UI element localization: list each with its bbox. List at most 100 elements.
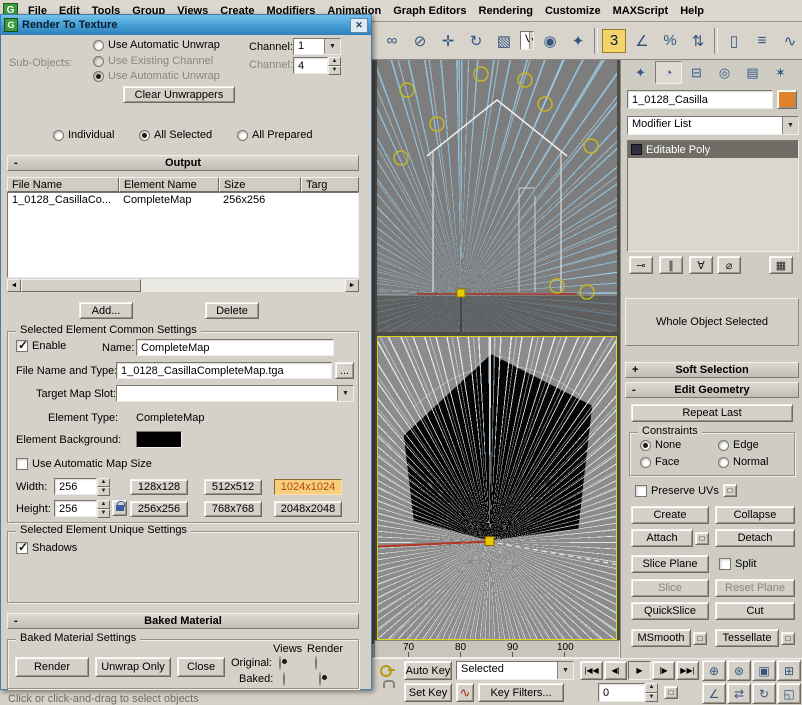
- output-horizontal-scrollbar[interactable]: ◄ ►: [7, 279, 359, 292]
- constraint-normal[interactable]: Normal: [718, 456, 768, 468]
- stack-item-editable-poly[interactable]: Editable Poly: [628, 141, 798, 158]
- element-background-swatch[interactable]: [136, 431, 182, 448]
- remove-modifier-icon[interactable]: ⌀: [717, 256, 741, 274]
- scroll-right-icon[interactable]: ►: [345, 279, 359, 292]
- target-map-slot-dropdown[interactable]: ▼: [116, 385, 354, 402]
- repeat-last-button[interactable]: Repeat Last: [631, 404, 793, 422]
- original-render-radio[interactable]: [315, 656, 317, 670]
- attach-list-icon[interactable]: □: [695, 532, 709, 545]
- select-and-move-icon[interactable]: ✛: [436, 29, 460, 53]
- current-frame-field[interactable]: 0 ▲ ▼: [598, 683, 658, 702]
- auto-unwrap-option[interactable]: Use Automatic Unwrap: [93, 39, 220, 51]
- shadows-checkbox[interactable]: [16, 540, 28, 554]
- size-1024-button[interactable]: 1024x1024: [274, 479, 342, 495]
- size-256-button[interactable]: 256x256: [130, 501, 188, 517]
- add-button[interactable]: Add...: [79, 302, 133, 319]
- quickslice-button[interactable]: QuickSlice: [631, 602, 709, 620]
- menu-help[interactable]: Help: [674, 3, 710, 19]
- rollout-soft-selection[interactable]: + Soft Selection: [625, 362, 799, 378]
- radio-face[interactable]: [640, 456, 651, 468]
- pin-stack-icon[interactable]: ⊸: [629, 256, 653, 274]
- scroll-left-icon[interactable]: ◄: [7, 279, 21, 292]
- auto-unwrap2-option[interactable]: Use Automatic Unwrap: [93, 70, 220, 82]
- col-file-name[interactable]: File Name: [7, 177, 119, 192]
- viewport-top[interactable]: [377, 60, 617, 332]
- tab-hierarchy-icon[interactable]: ⊟: [683, 61, 710, 84]
- detach-button[interactable]: Detach: [715, 529, 795, 547]
- go-to-start-icon[interactable]: |◀◀: [580, 661, 603, 680]
- all-selected-option[interactable]: All Selected: [139, 129, 212, 141]
- select-and-rotate-icon[interactable]: ↻: [464, 29, 488, 53]
- delete-button[interactable]: Delete: [205, 302, 259, 319]
- arc-rotate-icon[interactable]: ↻: [752, 683, 776, 704]
- dialog-titlebar[interactable]: G Render To Texture ✕: [1, 15, 371, 35]
- frame-spinner[interactable]: ▲ ▼: [645, 683, 658, 702]
- size-512-button[interactable]: 512x512: [204, 479, 262, 495]
- height-spin-arrows[interactable]: ▲ ▼: [97, 500, 110, 518]
- radio-all-selected[interactable]: [139, 129, 150, 141]
- selection-set-dropdown[interactable]: Selected ▼: [456, 661, 574, 680]
- constraint-none[interactable]: None: [640, 439, 681, 451]
- zoom-icon[interactable]: ⊕: [702, 660, 726, 681]
- size-2048-button[interactable]: 2048x2048: [274, 501, 342, 517]
- unwrap-only-button[interactable]: Unwrap Only: [95, 657, 171, 677]
- use-pivot-center-icon[interactable]: ◉: [538, 29, 562, 53]
- channel-dropdown[interactable]: 1 ▼: [293, 38, 341, 55]
- msmooth-button[interactable]: MSmooth: [631, 629, 691, 647]
- field-of-view-icon[interactable]: ∠: [702, 683, 726, 704]
- reset-plane-button[interactable]: Reset Plane: [715, 579, 795, 597]
- tessellate-settings-icon[interactable]: □: [781, 632, 795, 645]
- reference-coordsys-dropdown[interactable]: View ▼: [520, 31, 534, 50]
- time-configuration-icon[interactable]: □: [664, 686, 678, 699]
- tab-motion-icon[interactable]: ◎: [711, 61, 738, 84]
- angle-snap-icon[interactable]: ∠: [630, 29, 654, 53]
- tessellate-button[interactable]: Tessellate: [715, 629, 779, 647]
- percent-snap-icon[interactable]: %: [658, 29, 682, 53]
- next-frame-icon[interactable]: |▶: [652, 661, 675, 680]
- radio-individual[interactable]: [53, 129, 64, 141]
- preserve-uvs-checkbox[interactable]: [635, 484, 647, 497]
- rollout-output[interactable]: - Output: [7, 155, 359, 171]
- channel-spin-arrows[interactable]: ▲ ▼: [328, 57, 341, 75]
- set-key-button[interactable]: Set Key: [404, 683, 452, 702]
- slice-plane-button[interactable]: Slice Plane: [631, 555, 709, 573]
- size-128-button[interactable]: 128x128: [130, 479, 188, 495]
- enable-checkbox[interactable]: [16, 338, 28, 352]
- rollout-baked-material[interactable]: - Baked Material: [7, 613, 359, 629]
- pan-icon[interactable]: ⇄: [727, 683, 751, 704]
- existing-channel-option[interactable]: Use Existing Channel: [93, 55, 213, 67]
- scroll-thumb[interactable]: [21, 279, 141, 292]
- slice-button[interactable]: Slice: [631, 579, 709, 597]
- snap-toggle-icon[interactable]: 3: [602, 28, 626, 53]
- menu-customize[interactable]: Customize: [539, 3, 607, 19]
- auto-key-button[interactable]: Auto Key: [404, 661, 452, 680]
- go-to-end-icon[interactable]: ▶▶|: [676, 661, 699, 680]
- radio-none[interactable]: [640, 439, 651, 451]
- object-name-field[interactable]: 1_0128_Casilla: [627, 90, 773, 109]
- width-spin-arrows[interactable]: ▲ ▼: [97, 478, 110, 496]
- clear-unwrappers-button[interactable]: Clear Unwrappers: [123, 86, 235, 103]
- select-and-scale-icon[interactable]: ▧: [492, 29, 516, 53]
- radio-all-prepared[interactable]: [237, 129, 248, 141]
- zoom-all-icon[interactable]: ⊛: [727, 660, 751, 681]
- channel-spinner[interactable]: 4 ▲ ▼: [293, 57, 341, 75]
- size-768-button[interactable]: 768x768: [204, 501, 262, 517]
- lock-aspect-icon[interactable]: [112, 500, 127, 516]
- tab-display-icon[interactable]: ▤: [739, 61, 766, 84]
- default-tangent-icon[interactable]: ∿: [456, 683, 474, 702]
- key-filters-button[interactable]: Key Filters...: [478, 683, 564, 702]
- original-views-radio[interactable]: [279, 656, 281, 670]
- preserve-uvs-settings-icon[interactable]: □: [722, 484, 737, 497]
- radio-normal[interactable]: [718, 456, 729, 468]
- tab-utilities-icon[interactable]: ✶: [767, 61, 794, 84]
- modifier-stack[interactable]: Editable Poly: [627, 140, 799, 252]
- tab-create-icon[interactable]: ✦: [627, 61, 654, 84]
- file-name-field[interactable]: 1_0128_CasillaCompleteMap.tga: [116, 362, 332, 379]
- close-dialog-button[interactable]: Close: [177, 657, 225, 677]
- constraint-edge[interactable]: Edge: [718, 439, 759, 451]
- col-target[interactable]: Targ: [301, 177, 359, 192]
- viewport-bottom-active[interactable]: [377, 336, 617, 640]
- tab-modify-icon[interactable]: ◔: [655, 61, 682, 84]
- width-spinner[interactable]: 256 ▲ ▼: [54, 478, 110, 496]
- render-button[interactable]: Render: [15, 657, 89, 677]
